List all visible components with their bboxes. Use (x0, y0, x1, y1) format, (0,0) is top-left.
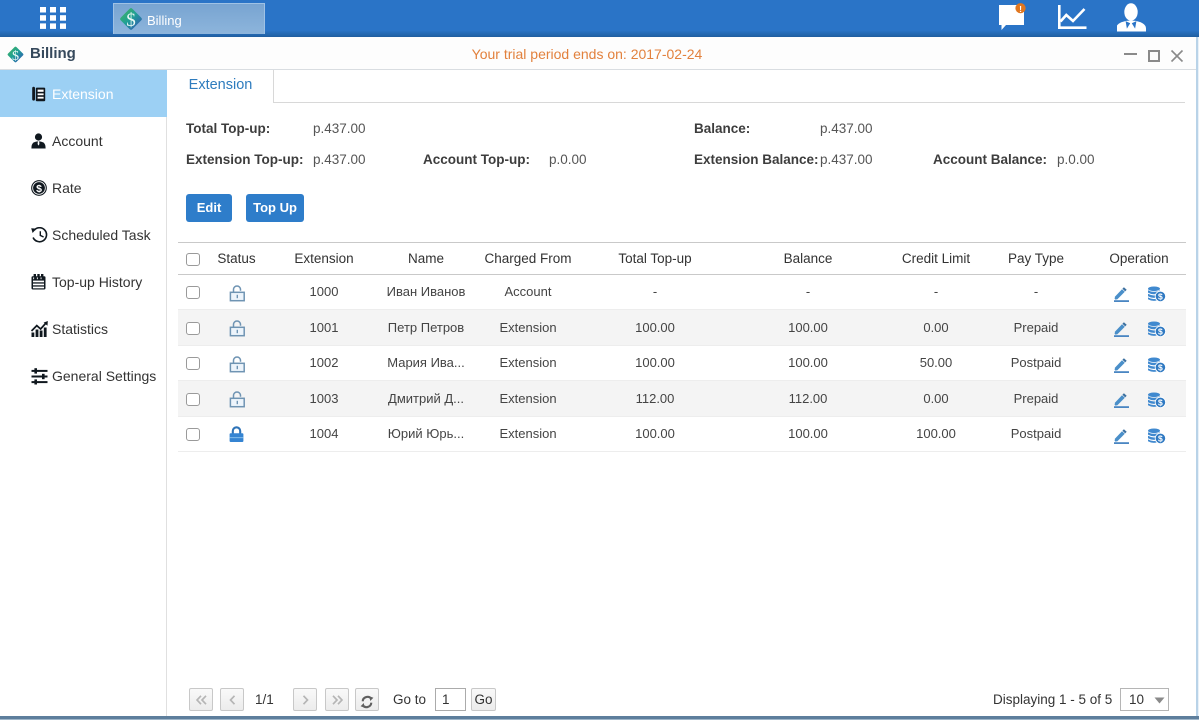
svg-text:$: $ (1158, 327, 1163, 337)
svg-text:$: $ (1158, 398, 1163, 408)
svg-text:$: $ (126, 10, 136, 31)
svg-text:$: $ (1158, 291, 1163, 301)
svg-text:$: $ (1158, 433, 1163, 443)
svg-text:!: ! (1019, 4, 1022, 14)
svg-text:$: $ (1158, 362, 1163, 372)
svg-text:$: $ (36, 182, 42, 194)
